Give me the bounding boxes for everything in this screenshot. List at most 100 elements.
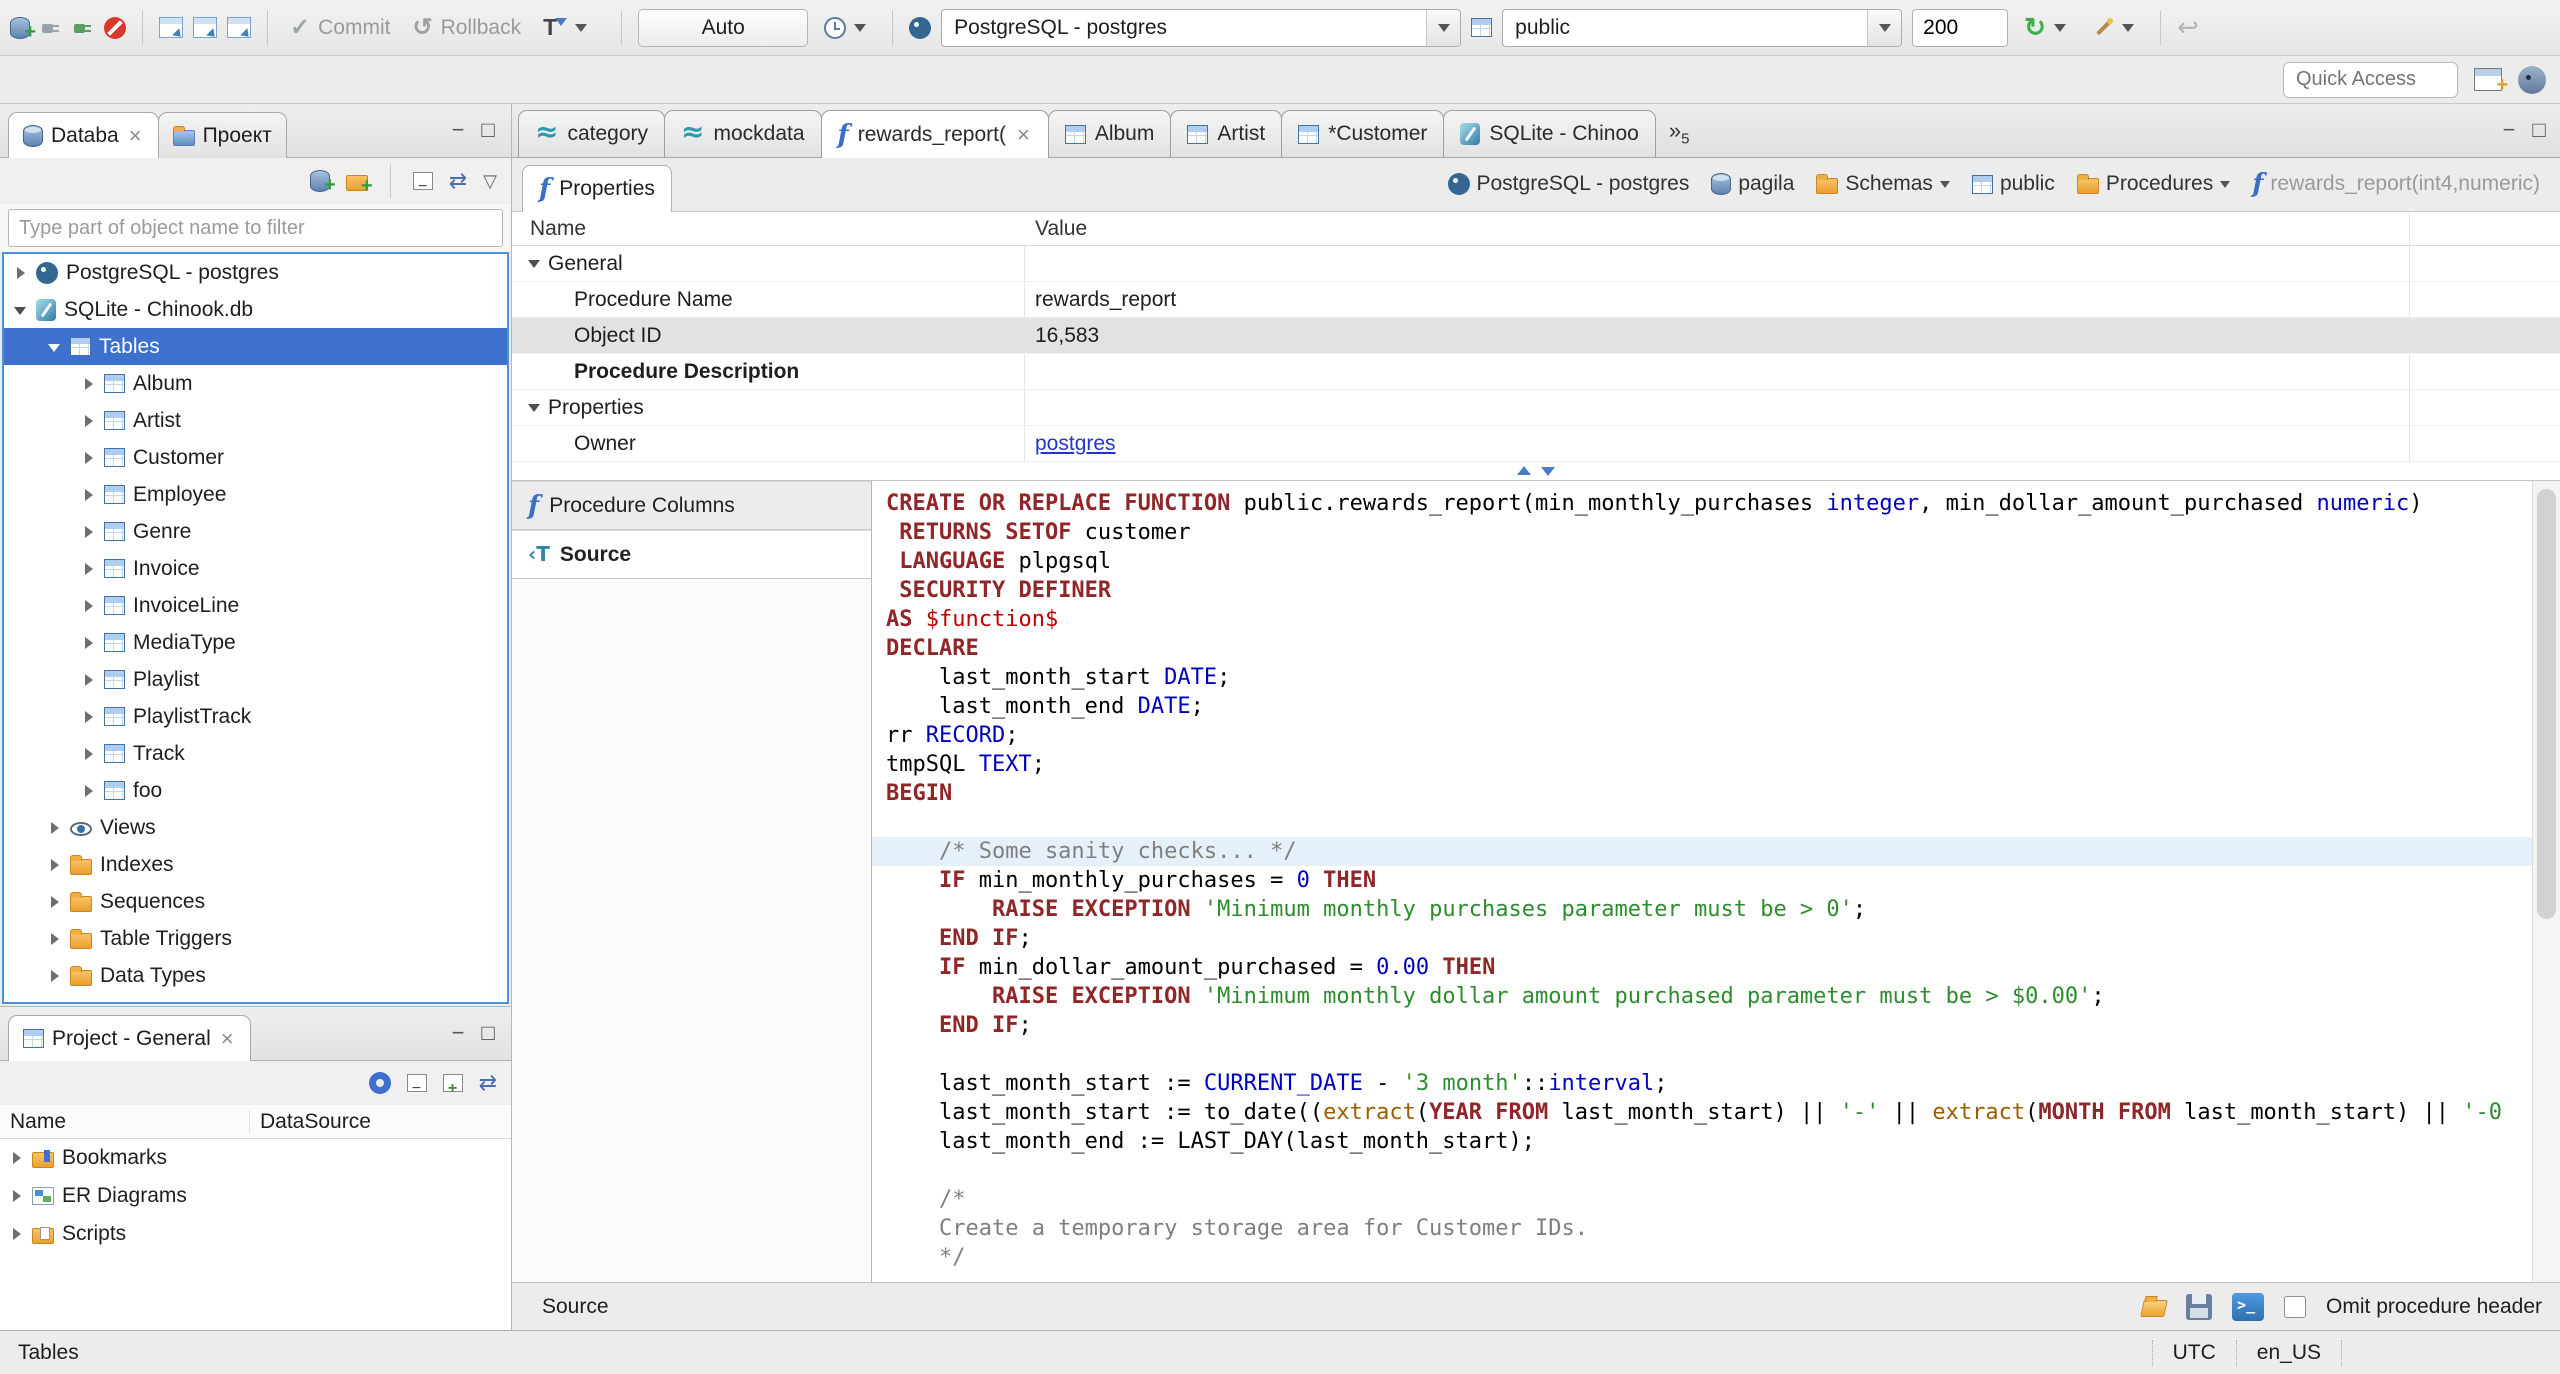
expand-arrow-icon[interactable] <box>82 599 96 613</box>
grid-sash-handle[interactable] <box>512 462 2560 480</box>
tree-item-views[interactable]: Views <box>4 809 507 846</box>
expand-arrow-icon[interactable] <box>82 747 96 761</box>
grid-row-properties[interactable]: Properties <box>512 390 2560 426</box>
fetch-size-input[interactable] <box>1912 8 2009 47</box>
tab-project-general[interactable]: Project - General × <box>8 1015 251 1061</box>
tree-item-customer[interactable]: Customer <box>4 439 507 476</box>
tree-item-invoiceline[interactable]: InvoiceLine <box>4 587 507 624</box>
expand-arrow-icon[interactable] <box>82 636 96 650</box>
grid-row-owner[interactable]: Owner postgres <box>512 426 2560 462</box>
breadcrumb-item-procedures[interactable]: Procedures <box>2076 172 2231 196</box>
expand-arrow-icon[interactable] <box>82 488 96 502</box>
minimize-icon[interactable]: − <box>443 1020 473 1046</box>
tree-item-album[interactable]: Album <box>4 365 507 402</box>
breadcrumb-item-public[interactable]: public <box>1971 172 2055 196</box>
link-with-editor-icon[interactable] <box>479 1070 497 1096</box>
close-icon[interactable]: × <box>1015 123 1032 146</box>
link-with-editor-icon[interactable] <box>449 168 467 194</box>
expand-arrow-icon[interactable] <box>82 414 96 428</box>
chevron-down-icon[interactable] <box>2220 181 2231 193</box>
quick-access-input[interactable] <box>2283 61 2458 98</box>
breadcrumb-item-schemas[interactable]: Schemas <box>1816 172 1950 196</box>
tree-item-genre[interactable]: Genre <box>4 513 507 550</box>
scrollbar-thumb[interactable] <box>2537 489 2556 919</box>
column-header-name[interactable]: Name <box>0 1109 250 1134</box>
tree-item-employee[interactable]: Employee <box>4 476 507 513</box>
breadcrumb-item-pagila[interactable]: pagila <box>1711 172 1794 196</box>
expand-arrow-icon[interactable] <box>82 710 96 724</box>
omit-procedure-header-checkbox[interactable] <box>2284 1295 2307 1318</box>
minimize-icon[interactable]: − <box>2494 117 2524 143</box>
collapse-arrow-icon[interactable] <box>14 303 28 317</box>
collapse-arrow-icon[interactable] <box>528 403 540 418</box>
tree-item-playlist[interactable]: Playlist <box>4 661 507 698</box>
commit-mode-button[interactable]: Auto <box>638 8 809 47</box>
tab-projects[interactable]: Проект <box>157 112 287 158</box>
new-connection-icon[interactable] <box>10 16 36 44</box>
refresh-button[interactable] <box>2018 8 2076 47</box>
new-sql-editor-icon[interactable] <box>193 17 217 38</box>
grid-row-procedure-name[interactable]: Procedure Name rewards_report <box>512 282 2560 318</box>
project-item-scripts[interactable]: Scripts <box>0 1215 511 1253</box>
view-menu-icon[interactable] <box>483 169 497 193</box>
expand-arrow-icon[interactable] <box>10 1189 24 1203</box>
expand-arrow-icon[interactable] <box>48 895 62 909</box>
magic-wand-button[interactable] <box>2086 13 2144 43</box>
tree-item-tables[interactable]: Tables <box>4 328 507 365</box>
maximize-icon[interactable]: □ <box>473 117 503 143</box>
pane-procedure-columns[interactable]: Procedure Columns <box>512 481 871 530</box>
transaction-log-button[interactable] <box>537 10 597 45</box>
open-perspective-icon[interactable] <box>2474 68 2508 97</box>
expand-arrow-icon[interactable] <box>82 525 96 539</box>
expand-arrow-icon[interactable] <box>82 784 96 798</box>
breadcrumb-item-rewards-report-int4-numeric[interactable]: rewards_report(int4,numeric) <box>2252 169 2540 199</box>
collapse-arrow-icon[interactable] <box>48 340 62 354</box>
new-connection-icon[interactable] <box>309 170 336 197</box>
tree-item-table-triggers[interactable]: Table Triggers <box>4 920 507 957</box>
expand-arrow-icon[interactable] <box>48 969 62 983</box>
save-icon[interactable] <box>2186 1293 2213 1320</box>
collapse-all-icon[interactable] <box>412 172 433 190</box>
database-navigator-tree[interactable]: PostgreSQL - postgres SQLite - Chinook.db… <box>2 252 509 1004</box>
expand-arrow-icon[interactable] <box>82 377 96 391</box>
dbeaver-perspective-icon[interactable] <box>2518 65 2546 94</box>
expand-arrow-icon[interactable] <box>10 1227 24 1241</box>
open-sql-script-icon[interactable] <box>227 17 251 38</box>
editor-tab-mockdata[interactable]: mockdata <box>664 110 822 157</box>
minimize-icon[interactable]: − <box>443 117 473 143</box>
tab-database-navigator[interactable]: Databa × <box>8 112 159 158</box>
maximize-icon[interactable]: □ <box>2524 117 2554 143</box>
editor-tab-sqlite-chinoo[interactable]: SQLite - Chinoo <box>1443 110 1656 157</box>
chevron-down-icon[interactable] <box>1426 9 1461 46</box>
close-icon[interactable]: × <box>219 1027 236 1050</box>
tree-item-data-types[interactable]: Data Types <box>4 957 507 994</box>
grid-row-general[interactable]: General <box>512 246 2560 282</box>
reconnect-icon[interactable] <box>72 18 94 38</box>
collapse-arrow-icon[interactable] <box>528 259 540 274</box>
gear-icon[interactable] <box>368 1072 391 1094</box>
close-icon[interactable]: × <box>127 124 144 147</box>
sql-editor-icon[interactable] <box>159 17 183 38</box>
tab-overflow-indicator[interactable]: »5 <box>1669 118 1690 147</box>
editor-tab-customer[interactable]: *Customer <box>1281 110 1445 157</box>
object-filter-input[interactable] <box>8 209 503 247</box>
editor-tab-category[interactable]: category <box>518 110 666 157</box>
vertical-scrollbar[interactable] <box>2532 481 2560 1282</box>
editor-tab-rewards-report[interactable]: rewards_report(× <box>820 110 1049 158</box>
pane-source[interactable]: Source <box>512 530 871 579</box>
grid-column-value[interactable]: Value <box>1025 217 1087 241</box>
tree-item-mediatype[interactable]: MediaType <box>4 624 507 661</box>
transaction-time-button[interactable] <box>818 13 876 43</box>
owner-link[interactable]: postgres <box>1035 432 1116 456</box>
tree-item-postgresql-postgres[interactable]: PostgreSQL - postgres <box>4 254 507 291</box>
undo-icon[interactable] <box>2177 12 2199 43</box>
commit-button[interactable]: Commit <box>284 9 396 46</box>
grid-row-object-id[interactable]: Object ID 16,583 <box>512 318 2560 354</box>
tree-item-sequences[interactable]: Sequences <box>4 883 507 920</box>
breadcrumb-item-postgresql-postgres[interactable]: PostgreSQL - postgres <box>1447 172 1689 196</box>
project-tree[interactable]: Bookmarks ER Diagrams Scripts <box>0 1139 511 1330</box>
editor-tab-artist[interactable]: Artist <box>1170 110 1283 157</box>
expand-arrow-icon[interactable] <box>82 451 96 465</box>
schema-combo[interactable]: public <box>1502 8 1903 47</box>
tree-item-invoice[interactable]: Invoice <box>4 550 507 587</box>
